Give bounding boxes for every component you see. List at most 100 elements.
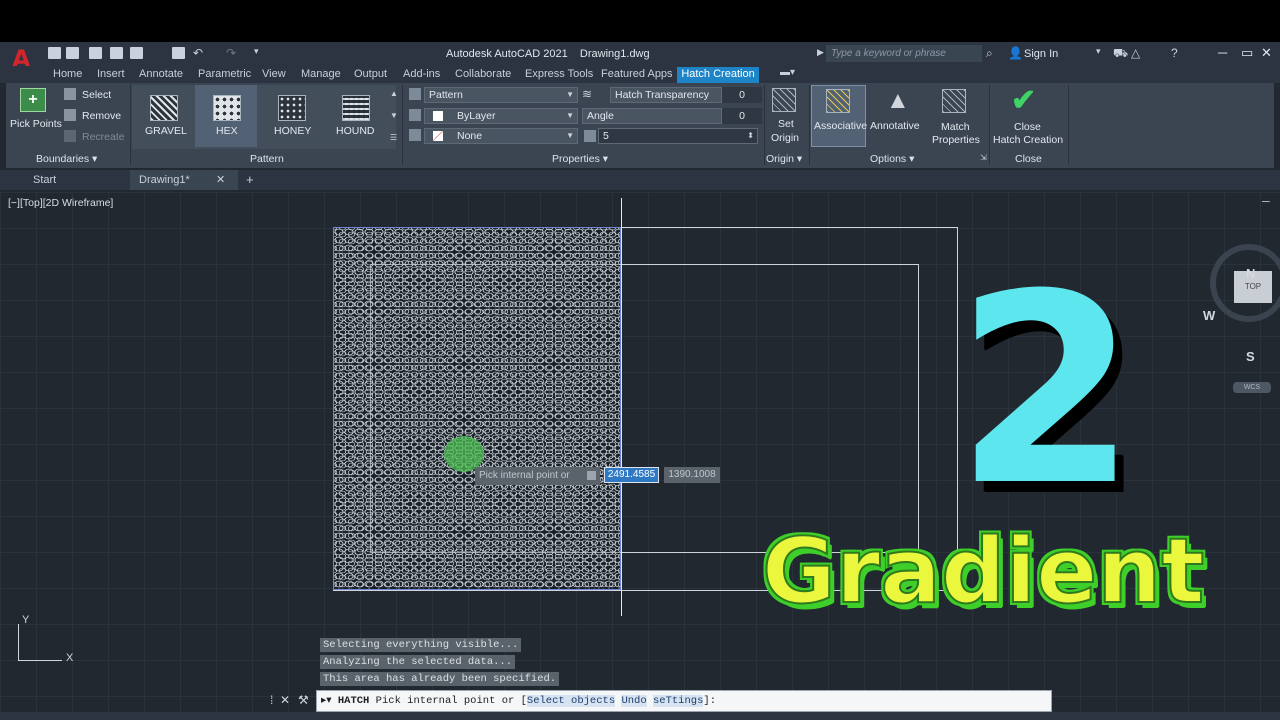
option-settings[interactable]: seTtings (652, 695, 704, 707)
options-dialog-launcher-icon[interactable]: ⇲ (980, 153, 987, 162)
ribbon-minimize-icon[interactable]: ▬▾ (780, 67, 795, 78)
sign-in-dropdown-icon[interactable]: ▾ (1096, 46, 1101, 57)
minimize-icon[interactable]: ─ (1218, 45, 1227, 60)
sign-in-link[interactable]: Sign In (1024, 48, 1058, 60)
options-arrow-icon[interactable] (587, 471, 596, 480)
tab-add-ins[interactable]: Add-ins (403, 68, 440, 80)
open-file-icon[interactable] (66, 47, 79, 59)
coordinate-y-input[interactable]: 1390.1008 (664, 467, 720, 483)
hatch-color-dropdown[interactable]: ByLayer ▼ (424, 108, 578, 124)
set-origin-label-2[interactable]: Origin (771, 132, 799, 144)
hatch-type-dropdown[interactable]: Pattern ▼ (424, 87, 578, 103)
tab-annotate[interactable]: Annotate (139, 68, 183, 80)
close-hatch-label-1[interactable]: Close (1014, 121, 1041, 133)
close-tab-icon[interactable]: ✕ (216, 173, 225, 186)
gallery-expand-icon[interactable]: ☰ (390, 133, 397, 142)
print-icon[interactable] (172, 47, 185, 59)
file-tab-drawing1[interactable]: Drawing1* ✕ (130, 170, 238, 190)
associative-icon[interactable] (826, 89, 850, 113)
hex-pattern-icon[interactable] (213, 95, 241, 121)
spinner-icon[interactable]: ⬍ (747, 129, 754, 143)
pattern-hex[interactable]: HEX (216, 125, 238, 137)
pick-points-icon[interactable]: + (20, 88, 46, 112)
redo-icon[interactable]: ↷ (226, 46, 236, 60)
help-search-input[interactable]: Type a keyword or phrase (826, 45, 982, 62)
close-command-line-icon[interactable]: ✕ (280, 693, 290, 707)
match-properties-label-2[interactable]: Properties (932, 134, 980, 146)
wcs-menu[interactable]: WCS (1233, 382, 1271, 393)
restore-icon[interactable]: ▭ (1241, 45, 1253, 61)
qat-dropdown-icon[interactable]: ▾ (254, 46, 259, 57)
remove-boundary-button[interactable]: Remove (82, 110, 121, 122)
properties-panel-label[interactable]: Properties ▾ (552, 153, 608, 165)
transparency-value[interactable]: 0 (722, 87, 762, 103)
tab-collaborate[interactable]: Collaborate (455, 68, 511, 80)
customize-icon[interactable]: ⚒ (298, 693, 309, 707)
save-icon[interactable] (89, 47, 102, 59)
option-select-objects[interactable]: Select objects (526, 695, 616, 707)
file-tab-start[interactable]: Start (33, 174, 56, 186)
new-tab-icon[interactable]: + (246, 172, 254, 187)
command-dropdown-icon[interactable]: ▸▾ (317, 695, 338, 707)
coordinate-x-input[interactable]: 2491.4585 (604, 467, 659, 483)
viewport-controls[interactable]: [−][Top][2D Wireframe] (8, 197, 113, 209)
match-properties-label-1[interactable]: Match (941, 121, 970, 133)
tab-express-tools[interactable]: Express Tools (525, 68, 593, 80)
select-boundary-icon[interactable] (64, 88, 76, 100)
checkmark-icon[interactable]: ✔ (1011, 83, 1036, 118)
compass-west[interactable]: W (1203, 308, 1215, 323)
cart-icon[interactable]: ⛟ (1113, 46, 1128, 62)
share-icon[interactable] (130, 47, 143, 59)
hatch-scale-input[interactable]: 5 ⬍ (598, 128, 758, 144)
tab-featured-apps[interactable]: Featured Apps (601, 68, 673, 80)
compass-south[interactable]: S (1246, 349, 1255, 364)
command-line-input[interactable]: ▸▾ HATCH Pick internal point or [Select … (316, 690, 1052, 712)
compass-north[interactable]: N (1246, 266, 1255, 281)
origin-panel-label[interactable]: Origin ▾ (766, 153, 802, 165)
options-panel-label[interactable]: Options ▾ (870, 153, 914, 165)
hound-pattern-icon[interactable] (342, 95, 370, 121)
select-boundary-button[interactable]: Select (82, 89, 111, 101)
tab-insert[interactable]: Insert (97, 68, 125, 80)
pattern-gravel[interactable]: GRAVEL (145, 125, 187, 137)
angle-value[interactable]: 0 (722, 108, 762, 124)
pattern-hound[interactable]: HOUND (336, 125, 375, 137)
transparency-field[interactable]: Hatch Transparency (610, 87, 722, 103)
tab-view[interactable]: View (262, 68, 286, 80)
associative-label[interactable]: Associative (814, 120, 867, 132)
undo-icon[interactable]: ↶ (193, 46, 203, 60)
boundaries-panel-label[interactable]: Boundaries ▾ (36, 153, 97, 165)
gravel-pattern-icon[interactable] (150, 95, 178, 121)
tab-output[interactable]: Output (354, 68, 387, 80)
option-undo[interactable]: Undo (621, 695, 647, 707)
gallery-up-icon[interactable]: ▲ (390, 89, 398, 98)
new-file-icon[interactable] (48, 47, 61, 59)
pick-points-button[interactable]: Pick Points (10, 118, 62, 130)
gallery-down-icon[interactable]: ▼ (390, 111, 398, 120)
help-icon[interactable]: ? (1171, 46, 1178, 60)
honey-pattern-icon[interactable] (278, 95, 306, 121)
save-as-icon[interactable] (110, 47, 123, 59)
tab-hatch-creation[interactable]: Hatch Creation (677, 67, 759, 83)
match-properties-icon[interactable] (942, 89, 966, 113)
set-origin-label-1[interactable]: Set (778, 118, 794, 130)
set-origin-icon[interactable] (772, 88, 796, 112)
angle-field[interactable]: Angle (582, 108, 722, 124)
tab-home[interactable]: Home (53, 68, 82, 80)
close-hatch-label-2[interactable]: Hatch Creation (993, 134, 1063, 146)
viewport-minimize-icon[interactable]: ─ (1262, 196, 1270, 208)
pattern-honey[interactable]: HONEY (274, 125, 311, 137)
tab-parametric[interactable]: Parametric (198, 68, 251, 80)
grip-icon[interactable]: ⁞ (270, 693, 273, 707)
autodesk-app-icon[interactable]: △ (1131, 46, 1140, 60)
panel-divider (130, 85, 131, 165)
background-color-dropdown[interactable]: None ▼ (424, 128, 578, 144)
search-expand-icon[interactable]: ▶ (817, 47, 824, 58)
search-icon[interactable]: ⌕ (986, 46, 993, 61)
close-window-icon[interactable]: ✕ (1261, 45, 1272, 61)
tab-manage[interactable]: Manage (301, 68, 341, 80)
no-color-swatch (433, 131, 443, 141)
remove-boundary-icon[interactable] (64, 109, 76, 121)
annotative-label[interactable]: Annotative (870, 120, 920, 132)
annotative-icon[interactable]: ▲ (886, 87, 910, 115)
